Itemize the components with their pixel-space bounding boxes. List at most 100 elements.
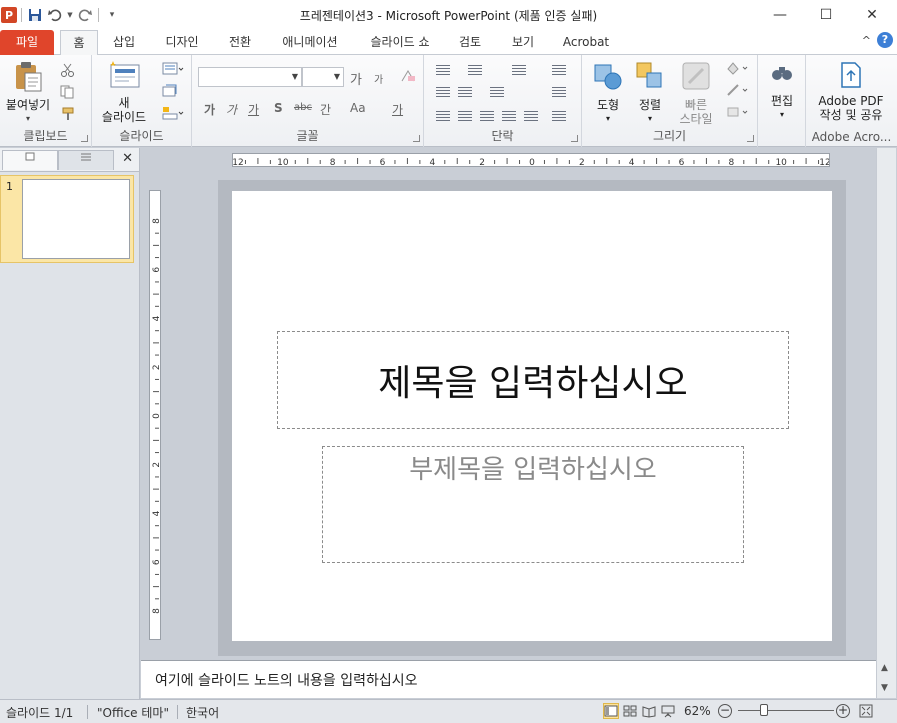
notes-pane[interactable]: 여기에 슬라이드 노트의 내용을 입력하십시오	[141, 660, 877, 698]
close-button[interactable]: ✕	[849, 0, 895, 30]
tab-design[interactable]: 디자인	[156, 30, 208, 55]
language-indicator[interactable]: 한국어	[186, 704, 219, 721]
shrink-font-button[interactable]: 가	[374, 71, 383, 86]
layout-icon[interactable]	[162, 62, 184, 76]
font-launcher-icon[interactable]	[413, 135, 420, 142]
editing-button[interactable]: 편집 ▾	[764, 61, 800, 122]
bold-button[interactable]: 가	[204, 101, 215, 118]
new-slide-label-2: 슬라이드	[101, 110, 147, 124]
shape-outline-icon[interactable]	[726, 83, 748, 97]
reading-view-icon[interactable]	[641, 703, 657, 719]
change-case-button[interactable]: Aa	[350, 101, 366, 115]
grow-font-button[interactable]: 가	[350, 69, 362, 88]
paste-label: 붙여넣기	[5, 98, 51, 112]
tab-file[interactable]: 파일	[0, 30, 54, 55]
normal-view-icon[interactable]	[603, 703, 619, 719]
distribute-icon[interactable]	[524, 111, 538, 123]
ruler-label: 8	[728, 158, 734, 167]
quick-styles-label-2: 스타일	[679, 112, 713, 126]
justify-icon[interactable]	[502, 111, 516, 123]
reset-slide-icon[interactable]	[162, 84, 178, 98]
numbering-icon[interactable]	[468, 65, 482, 77]
align-center-icon[interactable]	[458, 111, 472, 123]
adobe-pdf-button[interactable]: Adobe PDF 작성 및 공유	[810, 61, 892, 122]
slide-canvas[interactable]: 제목을 입력하십시오 부제목을 입력하십시오	[232, 191, 832, 641]
character-spacing-button[interactable]: 간	[320, 101, 331, 118]
notes-scrollbar[interactable]: ▲ ▼	[876, 660, 896, 698]
zoom-level[interactable]: 62%	[684, 704, 711, 718]
minimize-button[interactable]: —	[757, 0, 803, 30]
shape-fill-icon[interactable]	[726, 61, 748, 75]
font-size-combo[interactable]: ▼	[302, 67, 344, 87]
smartart-icon[interactable]	[552, 111, 566, 123]
font-color-button[interactable]: 가	[392, 101, 403, 118]
columns-icon[interactable]	[490, 87, 504, 99]
font-name-combo[interactable]: ▼	[198, 67, 302, 87]
align-text-icon[interactable]	[552, 87, 566, 99]
title-bar: P ▼ ▾ 프레젠테이션3 - Microsoft PowerPoint (제품…	[0, 0, 897, 30]
shapes-button[interactable]: 도형 ▾	[588, 61, 628, 126]
align-left-icon[interactable]	[436, 111, 450, 123]
copy-icon[interactable]	[60, 85, 76, 99]
tab-acrobat[interactable]: Acrobat	[556, 30, 616, 55]
zoom-slider-track[interactable]	[738, 710, 834, 711]
tab-insert[interactable]: 삽입	[104, 30, 144, 55]
slide-thumbnail[interactable]	[22, 179, 130, 259]
horizontal-ruler: 12 10 8 6 4 2 0 2 4 6 8 10 12	[232, 153, 830, 167]
slide-thumbnail-selected[interactable]: 1	[0, 175, 134, 263]
paste-dropdown-icon: ▾	[25, 114, 30, 123]
decrease-indent-icon[interactable]	[436, 87, 450, 99]
shapes-icon	[594, 64, 622, 90]
font-group-label: 글꼴	[296, 129, 319, 143]
text-direction-icon[interactable]	[552, 65, 566, 77]
tab-slides-thumbnails[interactable]	[2, 150, 58, 170]
arrange-icon	[636, 62, 662, 88]
scroll-up-icon[interactable]: ▲	[881, 663, 888, 673]
tab-view[interactable]: 보기	[502, 30, 544, 55]
align-right-icon[interactable]	[480, 111, 494, 123]
zoom-out-button[interactable]: −	[718, 704, 732, 718]
drawing-launcher-icon[interactable]	[747, 135, 754, 142]
tab-review[interactable]: 검토	[450, 30, 490, 55]
clear-formatting-icon[interactable]	[400, 69, 416, 83]
italic-button[interactable]: 가	[226, 101, 237, 118]
clipboard-launcher-icon[interactable]	[81, 135, 88, 142]
group-editing: 편집 ▾	[758, 55, 806, 147]
text-shadow-button[interactable]: S	[274, 101, 283, 115]
subtitle-placeholder[interactable]: 부제목을 입력하십시오	[322, 446, 744, 563]
shape-effects-icon[interactable]	[726, 105, 748, 119]
scroll-down-icon[interactable]: ▼	[881, 683, 888, 693]
bullets-icon[interactable]	[436, 65, 450, 77]
format-painter-icon[interactable]	[60, 107, 76, 121]
cut-icon[interactable]	[60, 63, 76, 77]
slide-sorter-view-icon[interactable]	[622, 703, 638, 719]
underline-button[interactable]: 가	[248, 101, 259, 118]
zoom-slider-thumb[interactable]	[760, 704, 768, 716]
tab-home[interactable]: 홈	[60, 30, 98, 56]
tab-animations[interactable]: 애니메이션	[272, 30, 348, 55]
increase-indent-icon[interactable]	[458, 87, 472, 99]
minimize-ribbon-icon[interactable]: ^	[862, 34, 871, 47]
ruler-label: 2	[579, 158, 585, 167]
paste-button[interactable]: 붙여넣기 ▾	[4, 61, 52, 126]
arrange-button[interactable]: 정렬 ▾	[630, 61, 670, 126]
group-paragraph: 단락	[424, 55, 582, 147]
slideshow-view-icon[interactable]	[660, 703, 676, 719]
slide-vertical-scrollbar[interactable]	[876, 148, 896, 660]
close-slides-panel-button[interactable]: ✕	[122, 151, 133, 166]
new-slide-button[interactable]: 새 슬라이드	[96, 61, 152, 124]
paragraph-launcher-icon[interactable]	[571, 135, 578, 142]
help-icon[interactable]: ?	[877, 32, 893, 48]
tab-transitions[interactable]: 전환	[220, 30, 260, 55]
line-spacing-icon[interactable]	[512, 65, 526, 77]
ruler-label: 2	[152, 364, 161, 370]
tab-slideshow[interactable]: 슬라이드 쇼	[362, 30, 438, 55]
quick-styles-button[interactable]: 빠른 스타일	[672, 61, 720, 126]
title-placeholder[interactable]: 제목을 입력하십시오	[277, 331, 789, 429]
tab-outline[interactable]	[58, 150, 114, 170]
fit-slide-to-window-icon[interactable]	[858, 703, 874, 719]
strikethrough-button[interactable]: abc	[294, 102, 312, 113]
zoom-in-button[interactable]: +	[836, 704, 850, 718]
maximize-button[interactable]: ☐	[803, 0, 849, 30]
section-icon[interactable]	[162, 106, 184, 120]
